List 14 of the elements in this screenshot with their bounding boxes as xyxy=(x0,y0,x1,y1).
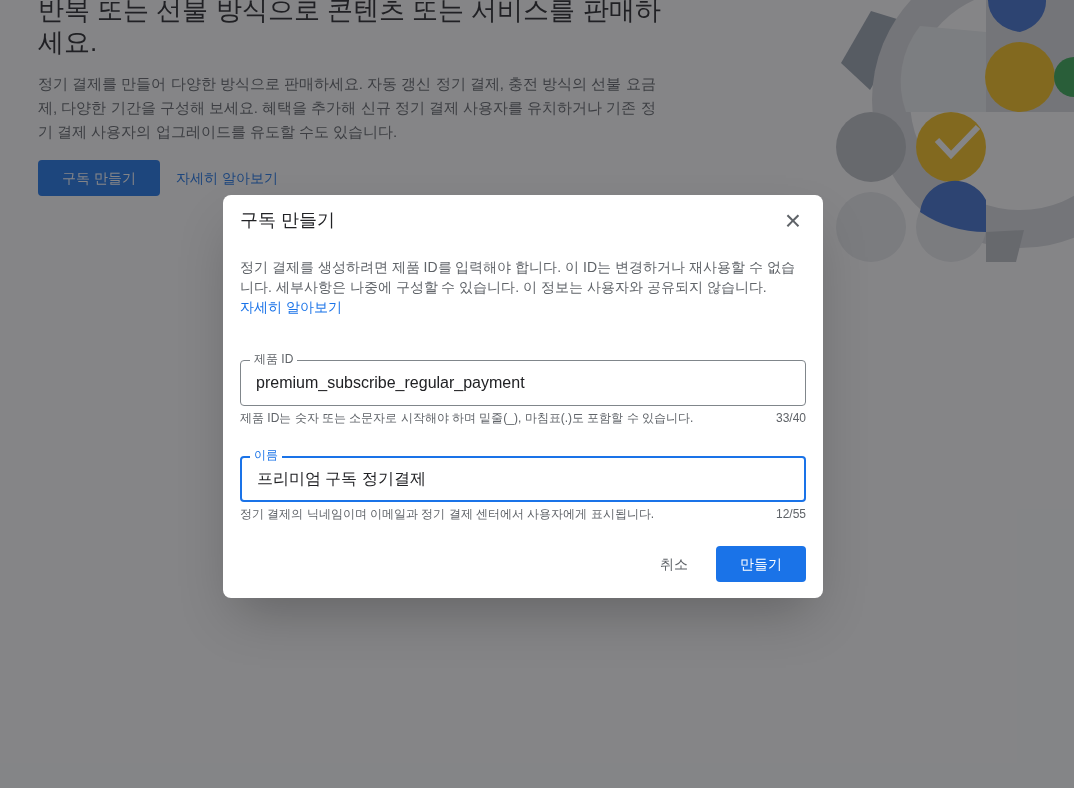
character-counter: 33/40 xyxy=(775,410,806,426)
learn-more-link[interactable]: 자세히 알아보기 xyxy=(240,297,342,317)
helper-text: 정기 결제의 닉네임이며 이메일과 정기 결제 센터에서 사용자에게 표시됩니다. xyxy=(240,506,654,522)
cancel-button[interactable]: 취소 xyxy=(642,546,706,582)
page-description: 정기 결제를 만들어 다양한 방식으로 판매하세요. 자동 갱신 정기 결제, 충전 방식의 선불 요금제, 다양한 기간을 구성해 보세요. 혜택을 추가해 신규 정기 결제 사용자를 유치하거나 기존 정기 결제 사용자의 업그레이드를 유도할 수도 있습니다. xyxy=(38,74,657,142)
dialog-description: 정기 결제를 생성하려면 제품 ID를 입력해야 합니다. 이 ID는 변경하거나 재사용할 수 없습니다. 세부사항은 나중에 구성할 수 있습니다. 이 정보는 사용자와 공유되지 않습니다. xyxy=(240,258,796,297)
close-button[interactable]: × xyxy=(781,206,805,235)
create-button[interactable]: 만들기 xyxy=(716,546,806,582)
dialog-title: 구독 만들기 xyxy=(240,209,335,232)
field-label: 이름 xyxy=(250,449,282,461)
field-label: 제품 ID xyxy=(250,353,298,365)
character-counter: 12/55 xyxy=(775,506,806,522)
helper-text: 제품 ID는 숫자 또는 소문자로 시작해야 하며 밑줄(_), 마침표(.)도 포함할 수 있습니다. xyxy=(240,410,694,426)
page-heading: 반복 또는 선불 방식으로 콘텐츠 또는 서비스를 판매하세요. xyxy=(38,0,662,58)
